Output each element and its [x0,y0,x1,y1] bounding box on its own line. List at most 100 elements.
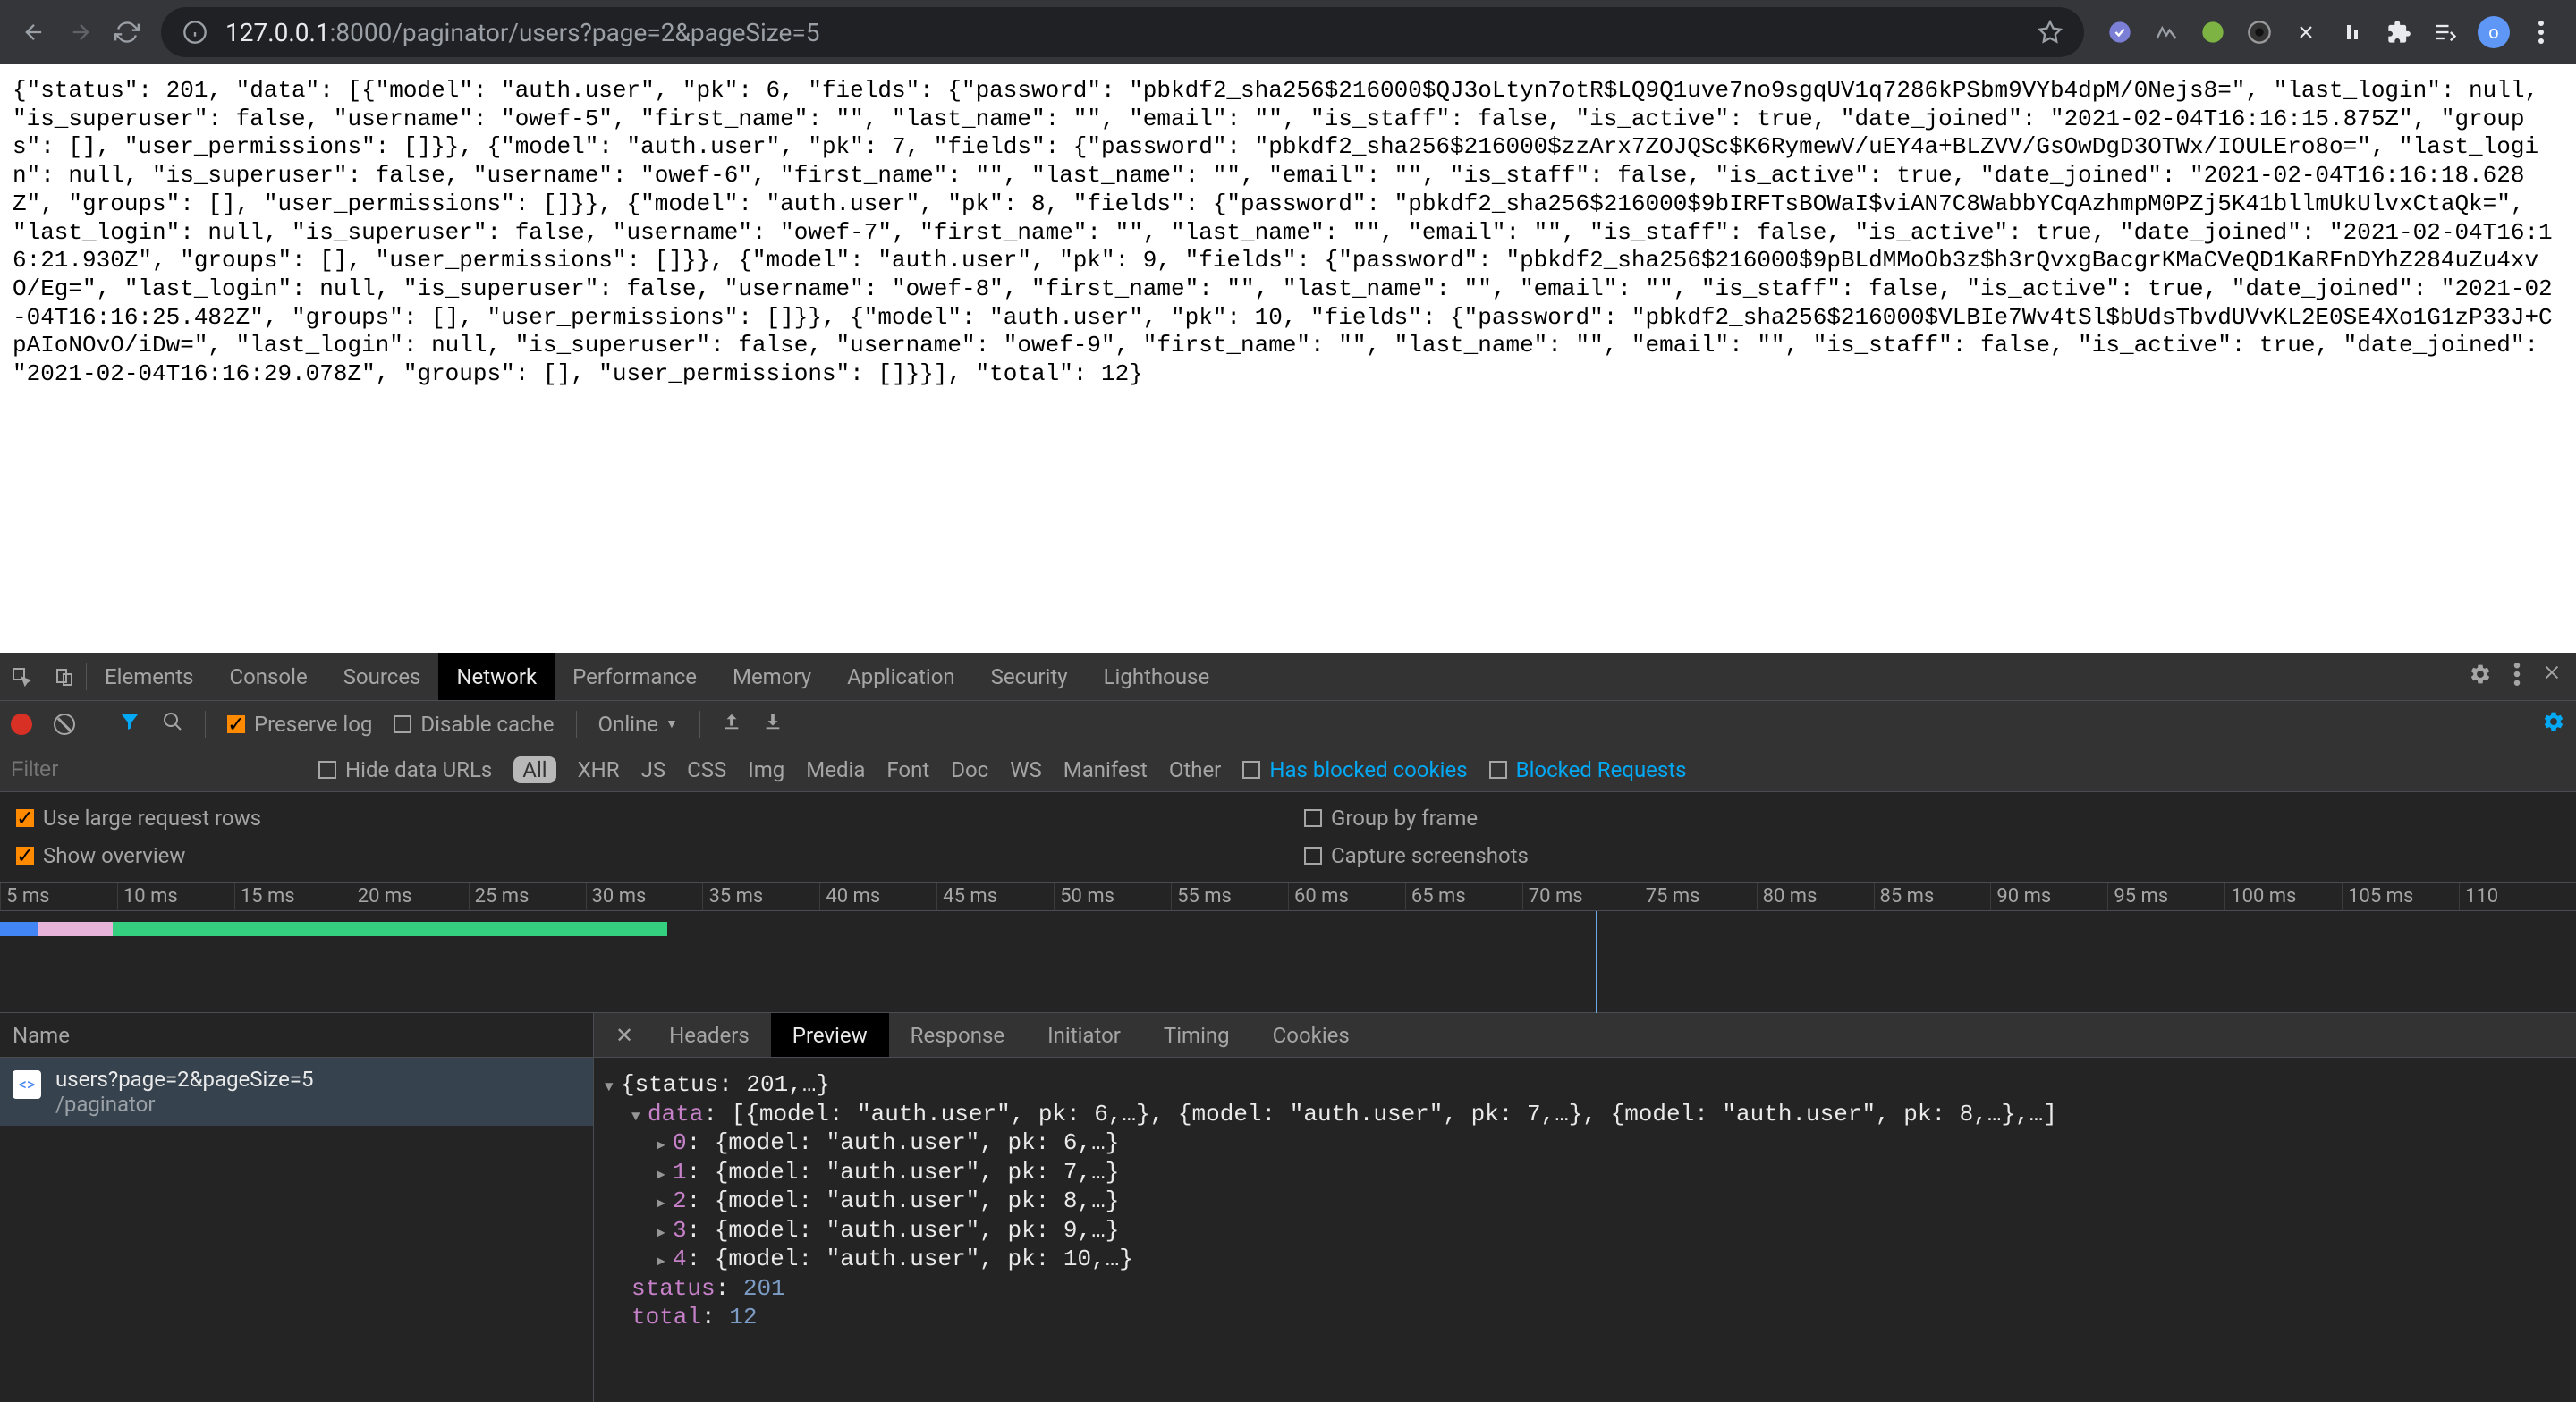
preview-status-line[interactable]: status: 201 [605,1274,2565,1304]
timeline-tick: 80 ms [1757,883,1874,910]
preserve-log-checkbox[interactable]: ✓Preserve log [227,712,372,737]
profile-avatar[interactable]: o [2478,16,2510,48]
preview-item-line[interactable]: 2: {model: "auth.user", pk: 8,…} [605,1187,2565,1216]
clear-button[interactable] [54,714,75,735]
preview-item-line[interactable]: 1: {model: "auth.user", pk: 7,…} [605,1158,2565,1187]
tab-preview[interactable]: Preview [771,1013,889,1057]
tab-sources[interactable]: Sources [326,653,439,700]
forward-button[interactable] [61,13,100,52]
filter-toggle-icon[interactable] [119,711,140,738]
bookmark-star-icon[interactable] [2038,20,2063,45]
filter-row: Hide data URLs All XHR JS CSS Img Media … [0,747,2576,792]
download-har-icon[interactable] [763,712,783,737]
hide-data-urls-checkbox[interactable]: Hide data URLs [318,757,492,782]
blocked-cookies-checkbox[interactable]: Has blocked cookies [1242,757,1467,782]
blocked-requests-checkbox[interactable]: Blocked Requests [1489,757,1687,782]
separator [576,711,577,738]
extension-icon-2[interactable] [2152,18,2181,46]
tab-timing[interactable]: Timing [1142,1013,1251,1057]
timeline-tick: 45 ms [936,883,1054,910]
detail-tabs: ✕ Headers Preview Response Initiator Tim… [594,1013,2576,1058]
filter-img[interactable]: Img [748,757,784,782]
info-icon[interactable] [182,20,208,45]
filter-js[interactable]: JS [641,757,666,782]
extension-icon-5[interactable] [2292,18,2320,46]
filter-input[interactable] [11,757,297,782]
close-detail-icon[interactable]: ✕ [601,1023,648,1048]
filter-font[interactable]: Font [886,757,929,782]
timeline-bar [113,922,667,936]
timeline-tick: 75 ms [1640,883,1757,910]
tab-memory[interactable]: Memory [715,653,829,700]
file-icon: <> [13,1070,41,1099]
separator [699,711,700,738]
filter-manifest[interactable]: Manifest [1063,757,1148,782]
separator [205,711,206,738]
tab-lighthouse[interactable]: Lighthouse [1086,653,1228,700]
preview-item-line[interactable]: 3: {model: "auth.user", pk: 9,…} [605,1216,2565,1246]
disable-cache-checkbox[interactable]: Disable cache [394,712,554,737]
record-button[interactable] [11,714,32,735]
tab-elements[interactable]: Elements [87,653,211,700]
timeline-bar [0,922,38,936]
filter-other[interactable]: Other [1169,757,1221,782]
device-toggle-icon[interactable] [43,666,86,688]
use-large-rows-checkbox[interactable]: ✓Use large request rows [16,806,261,831]
request-list-header[interactable]: Name [0,1013,593,1058]
preview-data-line[interactable]: data: [{model: "auth.user", pk: 6,…}, {m… [605,1100,2565,1129]
extensions-puzzle-icon[interactable] [2385,18,2413,46]
browser-menu-button[interactable] [2528,21,2555,44]
tab-application[interactable]: Application [829,653,973,700]
request-row[interactable]: <> users?page=2&pageSize=5 /paginator [0,1058,593,1126]
timeline-tick: 20 ms [352,883,469,910]
throttle-select[interactable]: Online▼ [598,712,678,737]
extension-icon-6[interactable] [2338,18,2367,46]
devtools-panel: Elements Console Sources Network Perform… [0,653,2576,1402]
upload-har-icon[interactable] [722,712,741,737]
filter-ws[interactable]: WS [1010,757,1042,782]
timeline-tick: 95 ms [2107,883,2224,910]
filter-all[interactable]: All [513,756,555,783]
network-settings-icon[interactable] [2542,710,2565,739]
timeline-tick: 65 ms [1405,883,1522,910]
tab-network[interactable]: Network [438,653,555,700]
filter-media[interactable]: Media [806,757,865,782]
extension-icon-1[interactable] [2106,18,2134,46]
filter-css[interactable]: CSS [687,757,726,782]
timeline-tick: 35 ms [702,883,819,910]
timeline-tick: 50 ms [1054,883,1171,910]
tab-cookies[interactable]: Cookies [1251,1013,1371,1057]
reading-list-icon[interactable] [2431,18,2460,46]
address-bar[interactable]: 127.0.0.1:8000/paginator/users?page=2&pa… [161,7,2084,57]
network-timeline[interactable]: 5 ms10 ms15 ms20 ms25 ms30 ms35 ms40 ms4… [0,883,2576,1013]
inspect-icon[interactable] [0,666,43,688]
filter-xhr[interactable]: XHR [578,757,620,782]
devtools-settings-icon[interactable] [2469,663,2492,691]
tab-headers[interactable]: Headers [648,1013,771,1057]
tab-performance[interactable]: Performance [555,653,715,700]
extension-icon-3[interactable] [2199,18,2227,46]
preview-root-line[interactable]: {status: 201,…} [605,1070,2565,1100]
filter-doc[interactable]: Doc [951,757,988,782]
tab-initiator[interactable]: Initiator [1026,1013,1142,1057]
tab-console[interactable]: Console [211,653,325,700]
extension-icon-4[interactable] [2245,18,2274,46]
preview-item-line[interactable]: 0: {model: "auth.user", pk: 6,…} [605,1128,2565,1158]
capture-screenshots-checkbox[interactable]: Capture screenshots [1304,843,1529,868]
devtools-more-icon[interactable] [2513,663,2521,691]
timeline-tick: 105 ms [2342,883,2459,910]
request-list: Name <> users?page=2&pageSize=5 /paginat… [0,1013,594,1402]
preview-body: {status: 201,…} data: [{model: "auth.use… [594,1058,2576,1345]
reload-button[interactable] [107,13,147,52]
back-button[interactable] [14,13,54,52]
tab-security[interactable]: Security [973,653,1086,700]
show-overview-checkbox[interactable]: ✓Show overview [16,843,185,868]
group-by-frame-checkbox[interactable]: Group by frame [1304,806,1478,831]
timeline-tick: 30 ms [586,883,703,910]
preview-total-line[interactable]: total: 12 [605,1303,2565,1332]
preview-item-line[interactable]: 4: {model: "auth.user", pk: 10,…} [605,1245,2565,1274]
search-icon[interactable] [162,711,183,738]
request-path: /paginator [55,1092,313,1117]
tab-response[interactable]: Response [889,1013,1026,1057]
devtools-close-icon[interactable] [2542,663,2562,691]
